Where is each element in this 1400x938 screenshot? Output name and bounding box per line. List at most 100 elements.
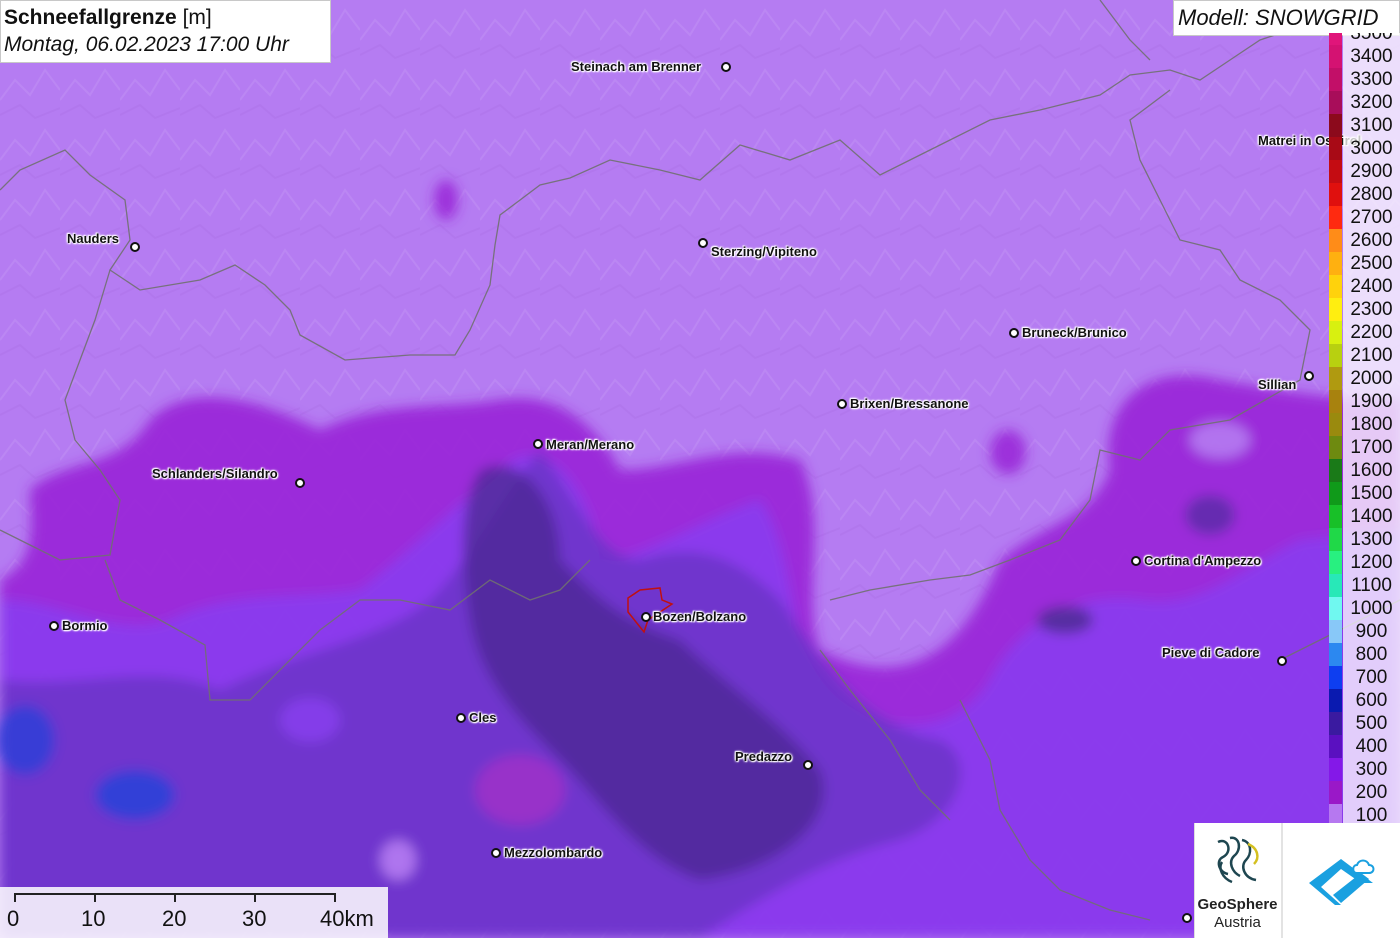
legend-swatch [1329, 436, 1342, 459]
map-title: Schneefallgrenze [m] [4, 4, 330, 31]
weather-app-logo-icon [1309, 859, 1375, 905]
legend-swatch [1329, 298, 1342, 321]
city-marker [130, 242, 140, 252]
scale-bar-tick [254, 893, 256, 902]
legend-label: 3000 [1343, 137, 1400, 160]
city-marker [1131, 556, 1141, 566]
legend-swatch [1329, 735, 1342, 758]
legend-swatch [1329, 91, 1342, 114]
legend-swatch [1329, 574, 1342, 597]
legend-swatch [1329, 344, 1342, 367]
legend-label: 2800 [1343, 183, 1400, 206]
city-label: Cles [469, 710, 497, 725]
legend-label: 900 [1343, 620, 1400, 643]
legend-swatch [1329, 45, 1342, 68]
legend-swatch [1329, 712, 1342, 735]
city-marker [1182, 913, 1192, 923]
legend-label: 3200 [1343, 91, 1400, 114]
legend-entry: 1000 [1329, 597, 1400, 620]
scale-bar-tick [94, 893, 96, 902]
legend-entry: 1600 [1329, 459, 1400, 482]
city-label: Schlanders/Silandro [152, 466, 278, 481]
legend-label: 1900 [1343, 390, 1400, 413]
legend-entry: 200 [1329, 781, 1400, 804]
legend-entry: 3200 [1329, 91, 1400, 114]
legend-entry: 1700 [1329, 436, 1400, 459]
scale-bar-tick [174, 893, 176, 902]
legend-entry: 900 [1329, 620, 1400, 643]
legend-swatch [1329, 275, 1342, 298]
legend-entry: 2200 [1329, 321, 1400, 344]
scale-bar-tick [14, 893, 16, 902]
zone-200-300-patch [475, 755, 565, 825]
legend-label: 1800 [1343, 413, 1400, 436]
legend-entry: 2800 [1329, 183, 1400, 206]
legend-swatch [1329, 505, 1342, 528]
legend-label: 1400 [1343, 505, 1400, 528]
legend-label: 1700 [1343, 436, 1400, 459]
legend-entry: 1900 [1329, 390, 1400, 413]
legend-label: 1000 [1343, 597, 1400, 620]
legend-entry: 2900 [1329, 160, 1400, 183]
legend-label: 2900 [1343, 160, 1400, 183]
zone-500-600-spot [1185, 495, 1235, 535]
legend-swatch [1329, 459, 1342, 482]
city-marker [533, 439, 543, 449]
legend-entry: 3500 [1329, 33, 1400, 45]
legend-entry: 400 [1329, 735, 1400, 758]
map-title-unit: [m] [182, 6, 212, 29]
legend-label: 1300 [1343, 528, 1400, 551]
scale-bar-label: 40km [320, 906, 374, 931]
legend-entry: 700 [1329, 666, 1400, 689]
legend-label: 2700 [1343, 206, 1400, 229]
legend-entry: 600 [1329, 689, 1400, 712]
city-label: Pieve di Cadore [1162, 645, 1260, 660]
city-label: Mezzolombardo [504, 845, 603, 860]
legend-entry: 3100 [1329, 114, 1400, 137]
city-marker [641, 612, 651, 622]
scale-bar-label: 30 [242, 906, 267, 931]
legend-label: 2100 [1343, 344, 1400, 367]
legend-label: 1500 [1343, 482, 1400, 505]
scale-bar-label: 20 [162, 906, 187, 931]
scale-bar-label: 0 [7, 906, 20, 931]
legend-entry: 3400 [1329, 45, 1400, 68]
zone-100-200-hole [380, 840, 416, 880]
legend-label: 700 [1343, 666, 1400, 689]
map-title-name: Schneefallgrenze [4, 6, 177, 29]
legend-label: 3400 [1343, 45, 1400, 68]
legend-label: 1200 [1343, 551, 1400, 574]
legend-swatch [1329, 551, 1342, 574]
city-label: Cortina d'Ampezzo [1144, 553, 1262, 568]
legend-label: 200 [1343, 781, 1400, 804]
legend-entry: 2500 [1329, 252, 1400, 275]
city-label: Brixen/Bressanone [850, 396, 969, 411]
legend-swatch [1329, 183, 1342, 206]
city-marker [1009, 328, 1019, 338]
legend-label: 1600 [1343, 459, 1400, 482]
legend-swatch [1329, 229, 1342, 252]
legend-label: 1100 [1343, 574, 1400, 597]
legend-label: 2600 [1343, 229, 1400, 252]
city-marker [49, 621, 59, 631]
legend-swatch [1329, 597, 1342, 620]
legend-entry: 300 [1329, 758, 1400, 781]
legend-label: 2000 [1343, 367, 1400, 390]
legend-entry: 2400 [1329, 275, 1400, 298]
city-label: Bormio [62, 618, 108, 633]
legend-swatch [1329, 666, 1342, 689]
legend-label: 3100 [1343, 114, 1400, 137]
legend-swatch [1329, 413, 1342, 436]
model-label: Modell: SNOWGRID [1173, 0, 1400, 36]
city-label: Nauders [67, 231, 120, 246]
legend-entry: 1100 [1329, 574, 1400, 597]
logo-separator [1281, 823, 1283, 938]
zone-500-600-spot [1037, 606, 1093, 634]
city-label: Steinach am Brenner [571, 59, 702, 74]
legend-swatch [1329, 137, 1342, 160]
legend-swatch [1329, 206, 1342, 229]
zone-100-200-hole [280, 698, 340, 742]
city-marker [456, 713, 466, 723]
city-label: Meran/Merano [546, 437, 635, 452]
legend-swatch [1329, 758, 1342, 781]
